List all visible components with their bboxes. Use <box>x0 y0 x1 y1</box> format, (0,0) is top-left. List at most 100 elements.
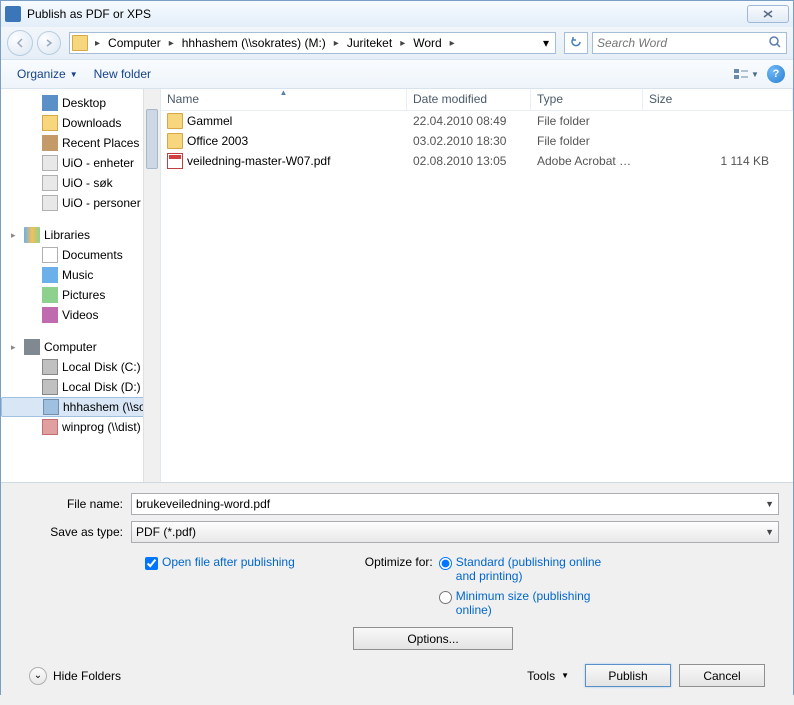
breadcrumb[interactable]: ▸ Computer ▸ hhhashem (\\sokrates) (M:) … <box>69 32 556 54</box>
column-date[interactable]: Date modified <box>407 89 531 110</box>
sidebar-item[interactable]: Downloads <box>1 113 160 133</box>
disk-icon <box>42 359 58 375</box>
breadcrumb-item[interactable]: Juriteket <box>342 36 397 50</box>
filename-input[interactable]: brukeveiledning-word.pdf ▼ <box>131 493 779 515</box>
cancel-button[interactable]: Cancel <box>679 664 765 687</box>
file-date: 22.04.2010 08:49 <box>407 114 531 128</box>
column-type[interactable]: Type <box>531 89 643 110</box>
help-button[interactable]: ? <box>767 65 785 83</box>
sidebar-item-label: Libraries <box>44 228 90 242</box>
chevron-down-icon: ▼ <box>765 499 774 509</box>
filename-value: brukeveiledning-word.pdf <box>136 497 270 511</box>
optimize-minimum-input[interactable] <box>439 591 452 604</box>
sidebar-item-label: hhhashem (\\sok <box>63 400 152 414</box>
chevron-right-icon: ▸ <box>92 38 103 49</box>
sidebar-item[interactable]: ▸Libraries <box>1 225 160 245</box>
sidebar-item[interactable]: ▸ Computer <box>1 337 160 357</box>
scrollbar[interactable] <box>143 89 160 482</box>
refresh-button[interactable] <box>564 32 588 54</box>
breadcrumb-dropdown[interactable]: ▾ <box>539 36 553 50</box>
sidebar-item[interactable]: Local Disk (C:) <box>1 357 160 377</box>
breadcrumb-item[interactable]: Computer <box>103 36 166 50</box>
shortcut-icon <box>42 175 58 191</box>
optimize-minimum-radio[interactable]: Minimum size (publishing online) <box>439 589 606 617</box>
search-icon <box>768 35 782 52</box>
open-after-label: Open file after publishing <box>162 555 295 569</box>
file-name: veiledning-master-W07.pdf <box>187 154 330 168</box>
sidebar-item[interactable]: UiO - søk <box>1 173 160 193</box>
down-icon <box>42 115 58 131</box>
new-folder-label: New folder <box>94 67 151 81</box>
new-folder-button[interactable]: New folder <box>86 63 159 85</box>
options-button[interactable]: Options... <box>353 627 513 650</box>
scrollbar-thumb[interactable] <box>146 109 158 169</box>
file-type: Adobe Acrobat D... <box>531 154 643 168</box>
shortcut-icon <box>42 155 58 171</box>
close-icon <box>762 9 774 19</box>
file-row[interactable]: Office 200303.02.2010 18:30File folder <box>161 131 793 151</box>
tools-label: Tools <box>527 669 555 683</box>
sidebar-item[interactable]: Desktop <box>1 93 160 113</box>
file-type: File folder <box>531 134 643 148</box>
hide-folders-button[interactable]: ⌄ Hide Folders <box>29 667 121 685</box>
file-date: 03.02.2010 18:30 <box>407 134 531 148</box>
optimize-label: Optimize for: <box>365 555 433 569</box>
optimize-standard-input[interactable] <box>439 557 452 570</box>
comp-icon <box>24 339 40 355</box>
sidebar-item[interactable]: hhhashem (\\sok <box>1 397 160 417</box>
folder-icon <box>72 35 88 51</box>
filename-label: File name: <box>15 497 131 511</box>
sidebar-item-label: Desktop <box>62 96 106 110</box>
window-title: Publish as PDF or XPS <box>27 7 151 21</box>
publish-button[interactable]: Publish <box>585 664 671 687</box>
column-headers: Name▲ Date modified Type Size <box>161 89 793 111</box>
optimize-minimum-label: Minimum size (publishing online) <box>456 589 606 617</box>
view-mode-button[interactable]: ▼ <box>731 64 761 84</box>
search-box[interactable] <box>592 32 787 54</box>
column-size[interactable]: Size <box>643 89 793 110</box>
sidebar-item[interactable]: Documents <box>1 245 160 265</box>
file-list: Name▲ Date modified Type Size Gammel 22.0… <box>161 89 793 482</box>
sidebar-item[interactable]: Videos <box>1 305 160 325</box>
sidebar-item-label: Downloads <box>62 116 121 130</box>
file-row[interactable]: veiledning-master-W07.pdf 02.08.2010 13:0… <box>161 151 793 171</box>
pdf-icon <box>167 153 183 169</box>
file-row[interactable]: Gammel22.04.2010 08:49File folder <box>161 111 793 131</box>
chevron-down-icon: ▼ <box>765 527 774 537</box>
breadcrumb-item[interactable]: hhhashem (\\sokrates) (M:) <box>177 36 331 50</box>
open-after-input[interactable] <box>145 557 158 570</box>
file-size: 1 114 KB <box>643 154 793 168</box>
sidebar-item[interactable]: UiO - enheter <box>1 153 160 173</box>
sidebar-item-label: winprog (\\dist) ( <box>62 420 148 434</box>
sidebar-item-label: Computer <box>44 340 97 354</box>
sidebar-item[interactable]: winprog (\\dist) ( <box>1 417 160 437</box>
main-area: Desktop Downloads Recent PlacesUiO - enhet… <box>1 89 793 482</box>
close-button[interactable] <box>747 5 789 23</box>
sidebar-item[interactable]: UiO - personer <box>1 193 160 213</box>
sidebar-item-label: Pictures <box>62 288 105 302</box>
savetype-combo[interactable]: PDF (*.pdf) ▼ <box>131 521 779 543</box>
sidebar-item[interactable]: Local Disk (D:) <box>1 377 160 397</box>
sidebar-item[interactable]: Pictures <box>1 285 160 305</box>
back-button[interactable] <box>7 30 33 56</box>
file-name: Gammel <box>187 114 232 128</box>
doc-icon <box>42 247 58 263</box>
forward-button[interactable] <box>37 31 61 55</box>
toolbar: Organize ▼ New folder ▼ ? <box>1 59 793 89</box>
organize-button[interactable]: Organize ▼ <box>9 63 86 85</box>
sidebar-item[interactable]: Recent Places <box>1 133 160 153</box>
expander-icon: ▸ <box>11 342 20 353</box>
optimize-standard-radio[interactable]: Standard (publishing online and printing… <box>439 555 606 583</box>
sidebar-item[interactable]: Music <box>1 265 160 285</box>
tools-button[interactable]: Tools ▼ <box>519 665 577 687</box>
breadcrumb-item[interactable]: Word <box>408 36 446 50</box>
column-name[interactable]: Name▲ <box>161 89 407 110</box>
file-date: 02.08.2010 13:05 <box>407 154 531 168</box>
search-input[interactable] <box>597 36 768 50</box>
app-icon <box>5 6 21 22</box>
organize-label: Organize <box>17 67 66 81</box>
chevron-down-icon: ▼ <box>751 70 759 79</box>
pic-icon <box>42 287 58 303</box>
open-after-checkbox[interactable]: Open file after publishing <box>145 555 295 617</box>
music-icon <box>42 267 58 283</box>
